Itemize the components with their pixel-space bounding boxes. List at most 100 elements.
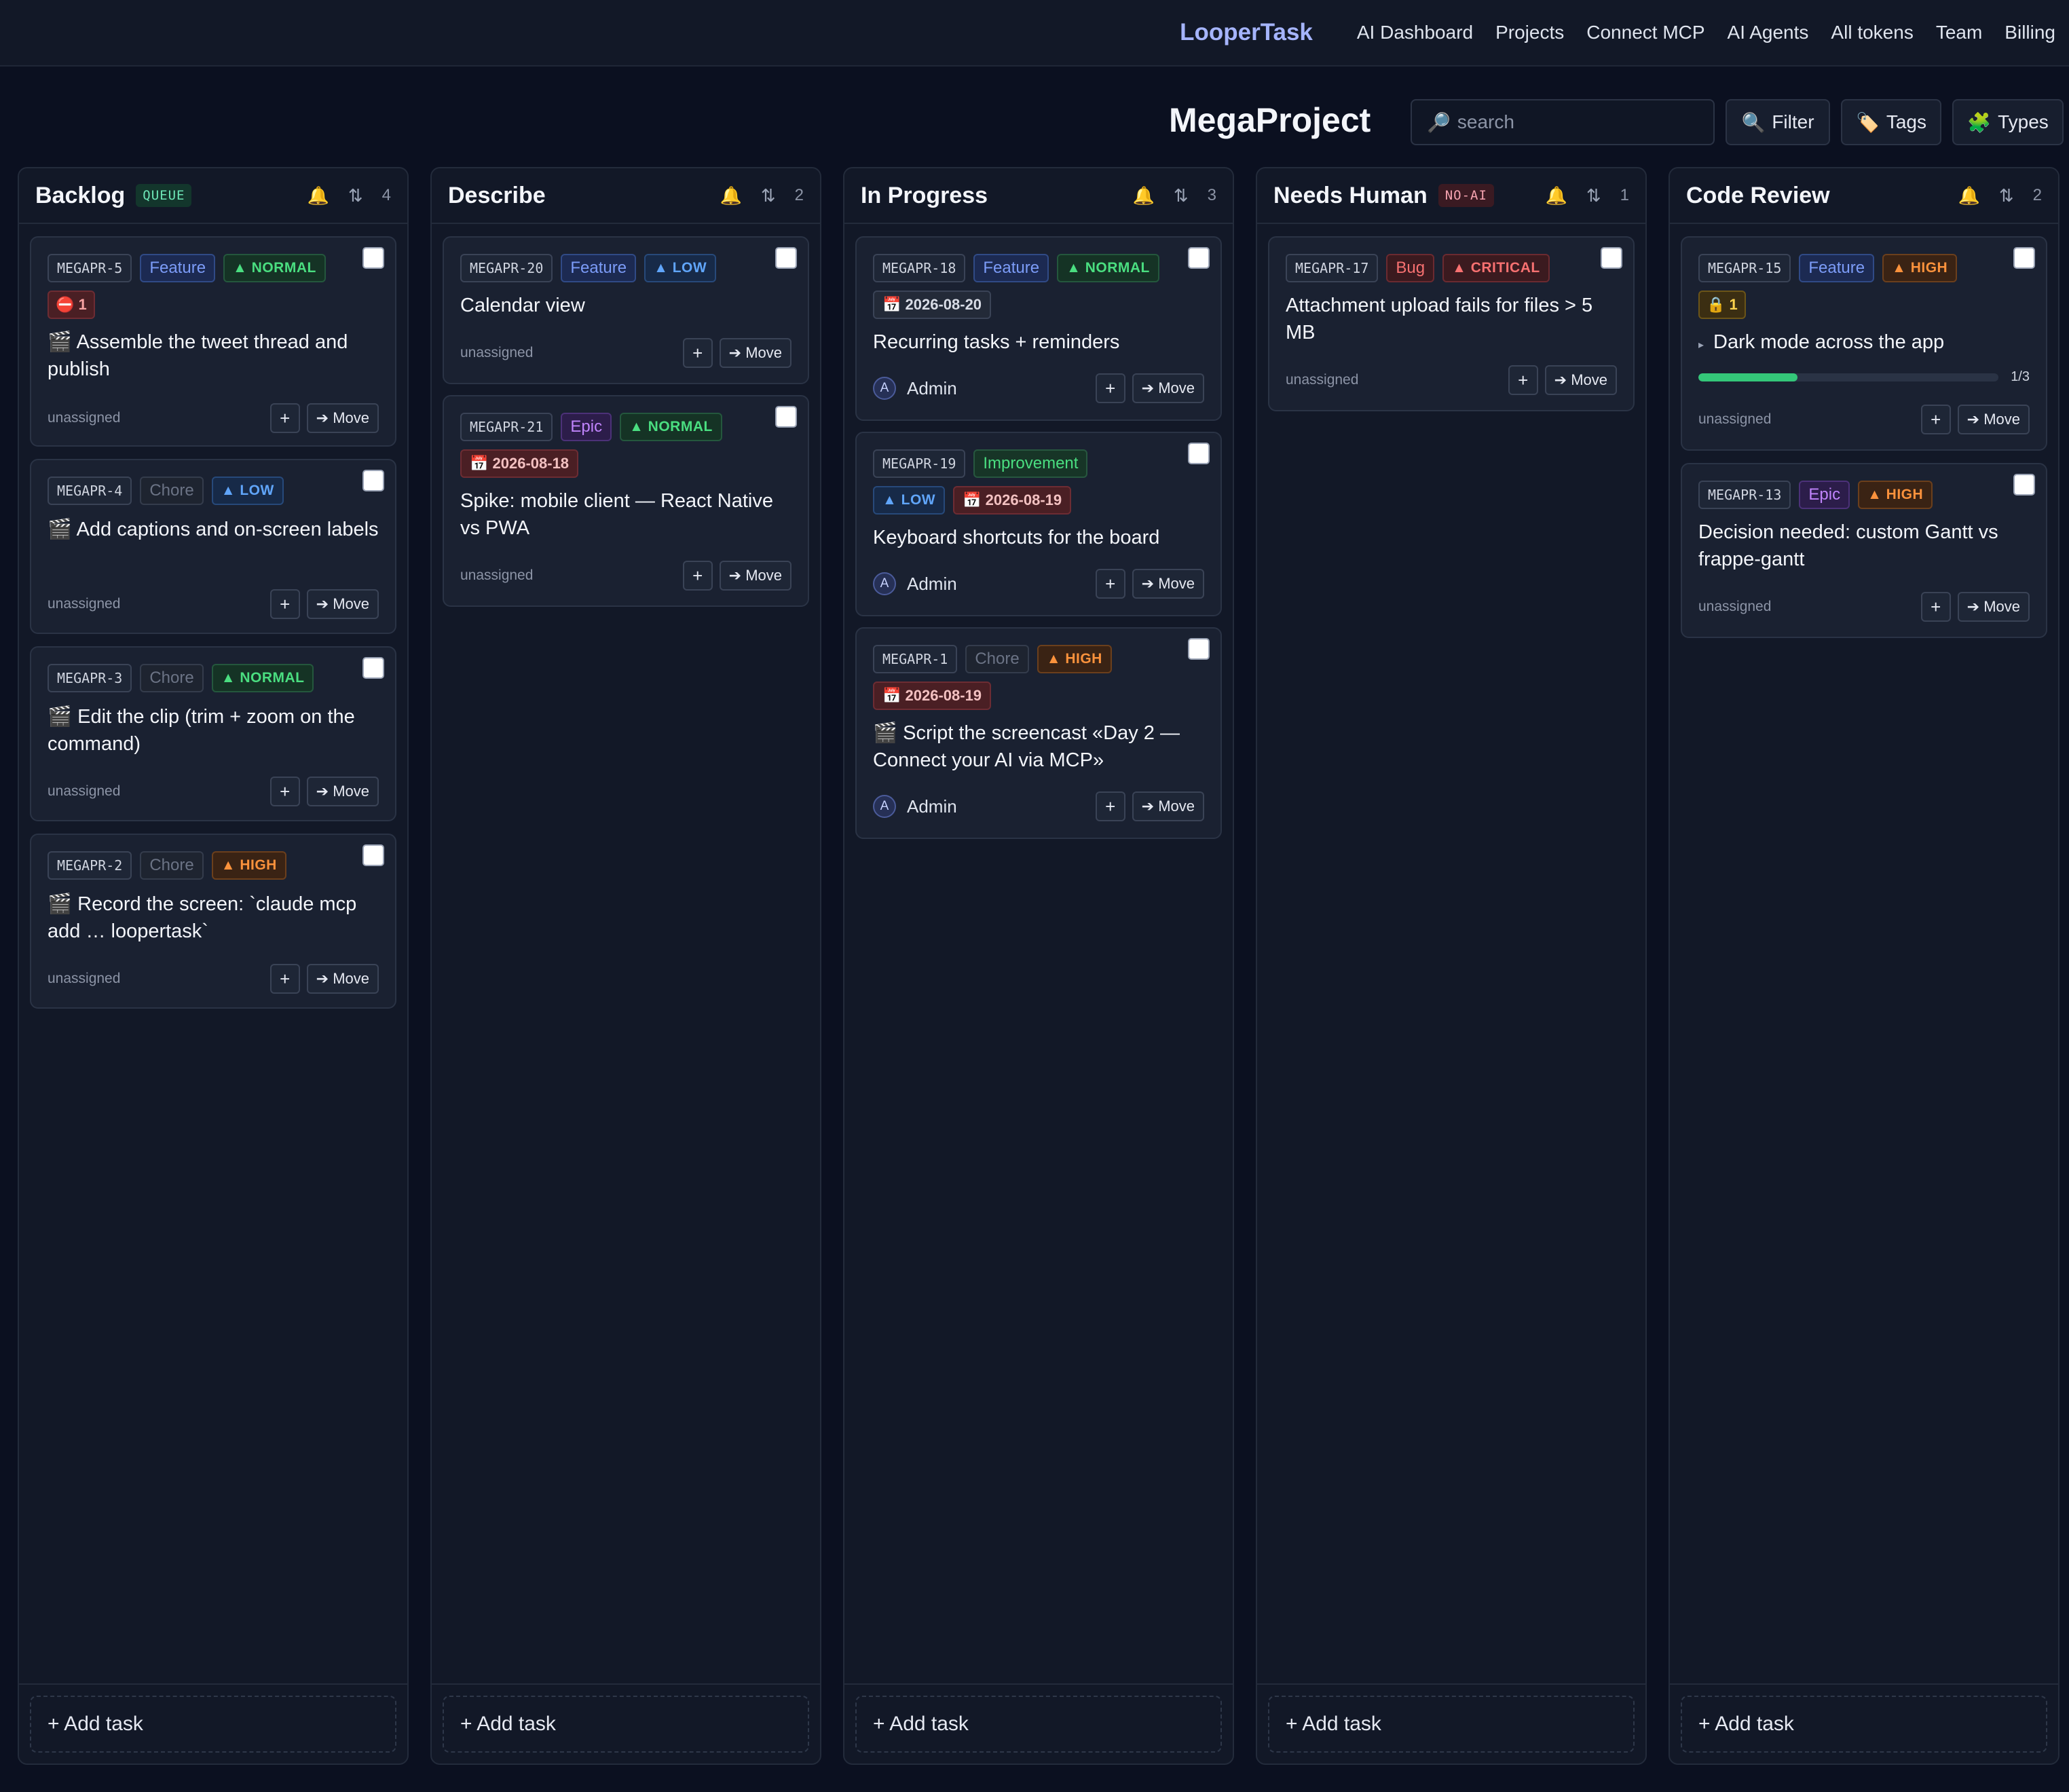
tags-button[interactable]: 🏷️ Tags (1841, 99, 1941, 145)
types-button[interactable]: 🧩 Types (1952, 99, 2064, 145)
task-title[interactable]: Keyboard shortcuts for the board (873, 524, 1204, 551)
move-button[interactable]: ➔ Move (306, 589, 379, 619)
task-card[interactable]: MEGAPR-1 Chore ▲ HIGH 📅 2026-08-19 🎬 Scr… (855, 627, 1222, 839)
add-subtask-button[interactable]: + (269, 403, 300, 433)
add-subtask-button[interactable]: + (682, 338, 713, 368)
nav-billing[interactable]: Billing (2005, 22, 2055, 43)
assignee-name: Admin (907, 796, 957, 817)
bell-icon[interactable]: 🔔 (720, 185, 741, 206)
priority-badge: ▲ LOW (644, 254, 717, 282)
task-title[interactable]: 🎬 Assemble the tweet thread and publish (48, 329, 379, 383)
brand-logo[interactable]: LooperTask (1180, 19, 1313, 46)
move-button[interactable]: ➔ Move (719, 561, 791, 591)
task-title[interactable]: Calendar view (460, 292, 791, 319)
move-button[interactable]: ➔ Move (1544, 365, 1617, 395)
select-checkbox[interactable] (1188, 247, 1210, 269)
add-task-button[interactable]: + Add task (1681, 1696, 2047, 1753)
select-checkbox[interactable] (1188, 443, 1210, 464)
select-checkbox[interactable] (1188, 638, 1210, 660)
select-checkbox[interactable] (362, 657, 384, 679)
move-button[interactable]: ➔ Move (1957, 592, 2030, 622)
task-card[interactable]: MEGAPR-2 Chore ▲ HIGH 🎬 Record the scree… (30, 834, 396, 1009)
lock-count-badge: 🔒 1 (1698, 291, 1746, 319)
move-button[interactable]: ➔ Move (1957, 405, 2030, 434)
nav-team[interactable]: Team (1936, 22, 1982, 43)
task-card[interactable]: MEGAPR-5 Feature ▲ NORMAL ⛔ 1 🎬 Assemble… (30, 236, 396, 447)
task-card[interactable]: MEGAPR-17 Bug ▲ CRITICAL Attachment uplo… (1268, 236, 1635, 411)
move-button[interactable]: ➔ Move (1132, 569, 1204, 599)
type-badge: Feature (140, 254, 216, 282)
sort-icon[interactable]: ⇅ (1586, 185, 1601, 206)
add-task-button[interactable]: + Add task (1268, 1696, 1635, 1753)
move-button[interactable]: ➔ Move (306, 964, 379, 994)
add-subtask-button[interactable]: + (1920, 405, 1951, 434)
task-title[interactable]: 🎬 Add captions and on-screen labels (48, 516, 379, 543)
task-card[interactable]: MEGAPR-13 Epic ▲ HIGH Decision needed: c… (1681, 463, 2047, 638)
column-describe: Describe 🔔 ⇅ 2 MEGAPR-20 Feature ▲ LOW C… (430, 167, 821, 1765)
bell-icon[interactable]: 🔔 (1132, 185, 1154, 206)
types-label: Types (1998, 111, 2049, 132)
type-badge: Chore (140, 851, 204, 880)
select-checkbox[interactable] (775, 247, 797, 269)
task-card[interactable]: MEGAPR-15 Feature ▲ HIGH 🔒 1 ▸ Dark mode … (1681, 236, 2047, 451)
sort-icon[interactable]: ⇅ (348, 185, 363, 206)
add-subtask-button[interactable]: + (1095, 791, 1125, 821)
move-button[interactable]: ➔ Move (719, 338, 791, 368)
select-checkbox[interactable] (362, 844, 384, 866)
column-title: Code Review (1686, 182, 1830, 208)
add-subtask-button[interactable]: + (269, 964, 300, 994)
move-button[interactable]: ➔ Move (306, 777, 379, 806)
bell-icon[interactable]: 🔔 (307, 185, 329, 206)
task-title[interactable]: Recurring tasks + reminders (873, 329, 1204, 356)
select-checkbox[interactable] (2013, 474, 2035, 496)
task-title[interactable]: 🎬 Record the screen: `claude mcp add … l… (48, 891, 379, 945)
task-title[interactable]: 🎬 Script the screencast «Day 2 — Connect… (873, 720, 1204, 774)
chevron-right-icon[interactable]: ▸ (1698, 339, 1704, 351)
task-card[interactable]: MEGAPR-19 Improvement ▲ LOW 📅 2026-08-19… (855, 432, 1222, 616)
add-subtask-button[interactable]: + (1920, 592, 1951, 622)
select-checkbox[interactable] (775, 406, 797, 428)
add-subtask-button[interactable]: + (1095, 569, 1125, 599)
task-card[interactable]: MEGAPR-3 Chore ▲ NORMAL 🎬 Edit the clip … (30, 646, 396, 821)
sort-icon[interactable]: ⇅ (1999, 185, 2014, 206)
bell-icon[interactable]: 🔔 (1545, 185, 1567, 206)
select-checkbox[interactable] (362, 247, 384, 269)
add-subtask-button[interactable]: + (1508, 365, 1538, 395)
task-card[interactable]: MEGAPR-20 Feature ▲ LOW Calendar view un… (443, 236, 809, 384)
task-card[interactable]: MEGAPR-4 Chore ▲ LOW 🎬 Add captions and … (30, 459, 396, 634)
task-card[interactable]: MEGAPR-21 Epic ▲ NORMAL 📅 2026-08-18 Spi… (443, 395, 809, 607)
bell-icon[interactable]: 🔔 (1958, 185, 1979, 206)
sort-icon[interactable]: ⇅ (761, 185, 776, 206)
select-checkbox[interactable] (1601, 247, 1622, 269)
add-subtask-button[interactable]: + (682, 561, 713, 591)
nav-all-tokens[interactable]: All tokens (1831, 22, 1913, 43)
add-subtask-button[interactable]: + (1095, 373, 1125, 403)
nav-ai-agents[interactable]: AI Agents (1728, 22, 1809, 43)
nav-projects[interactable]: Projects (1495, 22, 1564, 43)
task-title[interactable]: Decision needed: custom Gantt vs frappe-… (1698, 519, 2030, 573)
task-title[interactable]: Attachment upload fails for files > 5 MB (1286, 292, 1617, 346)
search-input[interactable] (1457, 111, 1702, 133)
assignee-label: unassigned (1698, 411, 1772, 427)
search-box[interactable]: 🔎 (1411, 99, 1715, 145)
sort-icon[interactable]: ⇅ (1174, 185, 1189, 206)
column-divider (1257, 1683, 1645, 1685)
add-subtask-button[interactable]: + (269, 777, 300, 806)
priority-badge: ▲ HIGH (211, 851, 286, 880)
move-button[interactable]: ➔ Move (1132, 373, 1204, 403)
nav-connect-mcp[interactable]: Connect MCP (1586, 22, 1704, 43)
nav-ai-dashboard[interactable]: AI Dashboard (1357, 22, 1473, 43)
add-task-button[interactable]: + Add task (30, 1696, 396, 1753)
select-checkbox[interactable] (2013, 247, 2035, 269)
move-button[interactable]: ➔ Move (306, 403, 379, 433)
filter-button[interactable]: 🔍 Filter (1726, 99, 1830, 145)
task-title[interactable]: Spike: mobile client — React Native vs P… (460, 487, 791, 542)
add-task-button[interactable]: + Add task (443, 1696, 809, 1753)
add-task-button[interactable]: + Add task (855, 1696, 1222, 1753)
add-subtask-button[interactable]: + (269, 589, 300, 619)
task-card[interactable]: MEGAPR-18 Feature ▲ NORMAL 📅 2026-08-20 … (855, 236, 1222, 421)
select-checkbox[interactable] (362, 470, 384, 491)
move-button[interactable]: ➔ Move (1132, 791, 1204, 821)
task-title[interactable]: Dark mode across the app (1713, 331, 1944, 353)
task-title[interactable]: 🎬 Edit the clip (trim + zoom on the comm… (48, 703, 379, 758)
